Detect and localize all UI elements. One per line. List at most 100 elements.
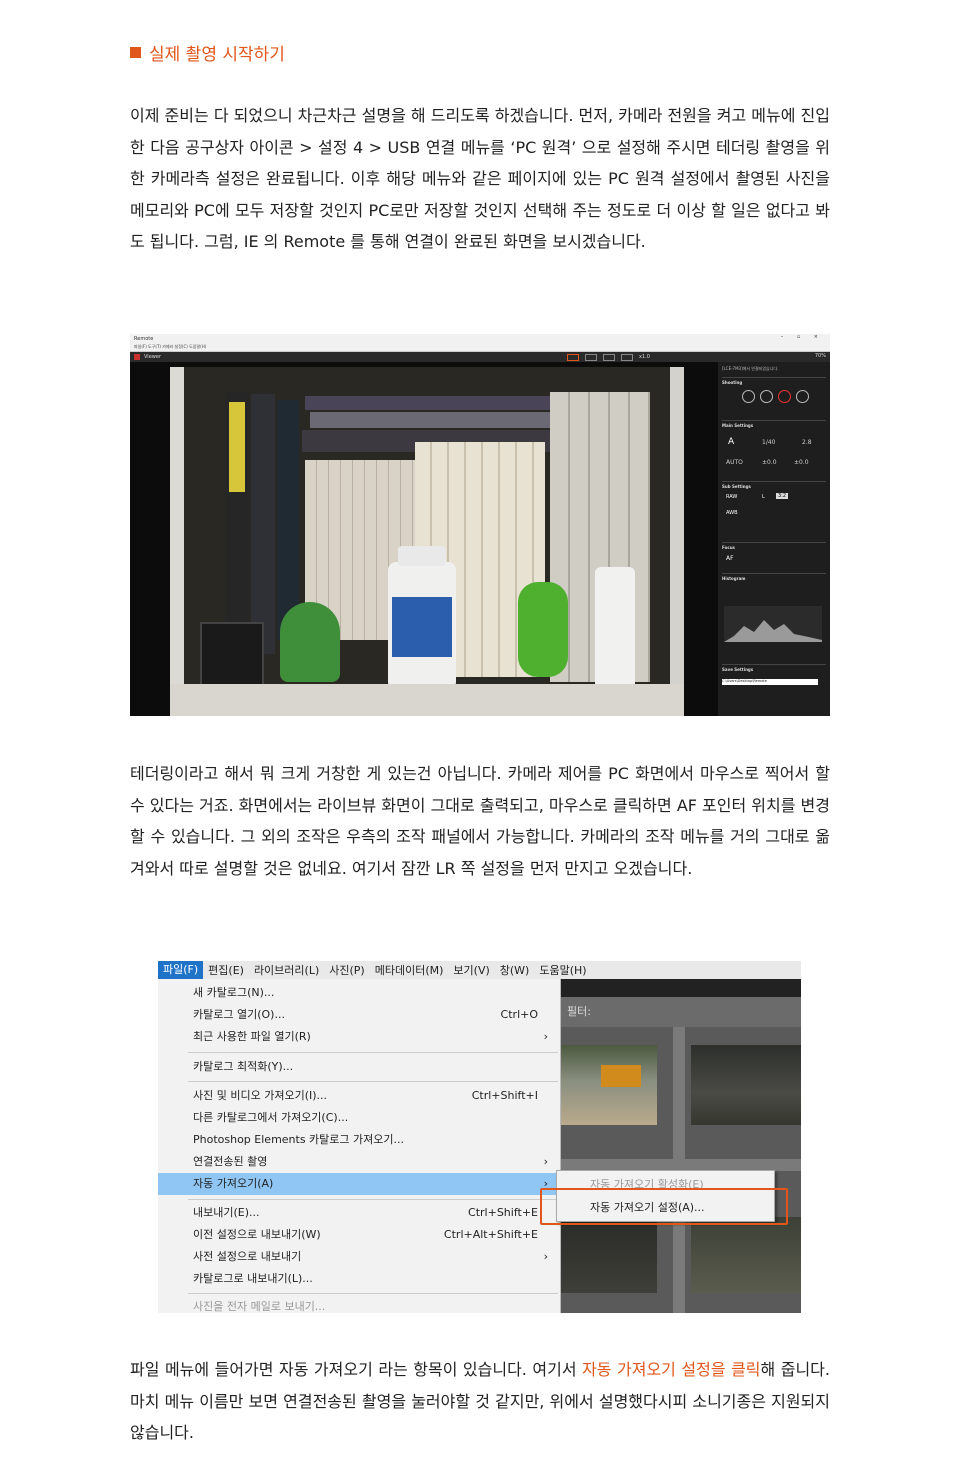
- grid-icon: [585, 354, 597, 361]
- sub-settings-section: Sub Settings RAW L 3:2 AWB: [722, 481, 826, 542]
- library-filter[interactable]: 필터:: [561, 997, 801, 1027]
- menu-separator: [188, 1199, 558, 1200]
- shelf-floor: [170, 684, 684, 716]
- menu-edit[interactable]: 편집(E): [203, 962, 249, 978]
- flash-value[interactable]: ±0.0: [794, 459, 809, 466]
- menu-item-label: 연결전송된 촬영: [193, 1155, 268, 1168]
- highlight-box: [540, 1188, 788, 1225]
- save-settings-label: Save Settings: [722, 667, 754, 672]
- battery-status: 70%: [814, 353, 826, 359]
- menu-item-export-preset[interactable]: 사전 설정으로 내보내기 ›: [158, 1246, 558, 1268]
- fnumber-value[interactable]: 2.8: [802, 439, 812, 446]
- menu-item-email-photo[interactable]: 사진을 전자 메일로 보내기...: [158, 1296, 558, 1313]
- menu-item-label: 카탈로그로 내보내기(L)...: [193, 1272, 313, 1285]
- menu-item-auto-import[interactable]: 자동 가져오기(A) ›: [158, 1173, 558, 1195]
- paragraph-tethering: 테더링이라고 해서 뭐 크게 거창한 게 있는건 아닙니다. 카메라 제어를 P…: [130, 764, 830, 878]
- paragraph-intro: 이제 준비는 다 되었으니 차근차근 설명을 해 드리도록 하겠습니다. 먼저,…: [130, 106, 830, 251]
- menu-item-label: 카탈로그 열기(O)...: [193, 1008, 285, 1021]
- book-yellow: [229, 402, 245, 492]
- shutter-speed-value[interactable]: 1/40: [762, 439, 775, 446]
- book-dark-3: [277, 400, 299, 640]
- main-settings-section: Main Settings A 1/40 2.8 AUTO ±0.0 ±0.0: [722, 420, 826, 481]
- melatonin-label: [392, 597, 452, 657]
- camera-object: [200, 622, 264, 686]
- melatonin-cap: [398, 546, 446, 566]
- menu-item-label: 사진을 전자 메일로 보내기...: [193, 1300, 326, 1313]
- menu-item-import-elements[interactable]: Photoshop Elements 카탈로그 가져오기...: [158, 1129, 558, 1151]
- book-top-1: [305, 396, 565, 410]
- menu-photo[interactable]: 사진(P): [324, 962, 369, 978]
- save-path-field[interactable]: C:\Users\Desktop\Remote: [722, 679, 818, 685]
- menu-window[interactable]: 창(W): [495, 962, 535, 978]
- ev-value[interactable]: ±0.0: [762, 459, 777, 466]
- submenu-arrow-icon: ›: [543, 1250, 548, 1263]
- interval-button-icon[interactable]: [796, 390, 809, 403]
- remote-titlebar: Remote – ▫ ×: [130, 334, 830, 343]
- menu-item-export[interactable]: 내보내기(E)... Ctrl+Shift+E: [158, 1202, 558, 1224]
- menu-item-export-catalog[interactable]: 카탈로그로 내보내기(L)...: [158, 1268, 558, 1290]
- night-photo-thumbnail[interactable]: [561, 1217, 657, 1293]
- menu-item-label: 내보내기(E)...: [193, 1206, 260, 1219]
- spray-bottle: [595, 567, 635, 689]
- menu-item-shortcut: Ctrl+Shift+E: [468, 1206, 538, 1219]
- menu-item-recent-files[interactable]: 최근 사용한 파일 열기(R) ›: [158, 1026, 558, 1048]
- section-heading-text: 실제 촬영 시작하기: [149, 45, 285, 65]
- mode-value[interactable]: A: [728, 437, 734, 447]
- aspect-value[interactable]: 3:2: [776, 493, 789, 499]
- image-size-value[interactable]: L: [762, 494, 765, 500]
- menu-item-label: 최근 사용한 파일 열기(R): [193, 1030, 311, 1043]
- focus-label: Focus: [722, 545, 735, 550]
- highlighted-instruction: 자동 가져오기 설정을 클릭: [582, 1360, 761, 1379]
- menu-separator: [188, 1081, 558, 1082]
- raw-value[interactable]: RAW: [726, 494, 737, 500]
- menu-item-tethered-capture[interactable]: 연결전송된 촬영 ›: [158, 1151, 558, 1173]
- af-ae-button-icon[interactable]: [742, 390, 755, 403]
- yoshi-figure: [518, 582, 568, 677]
- record-button-icon[interactable]: [778, 390, 791, 403]
- focus-section: Focus AF: [722, 542, 826, 573]
- menu-separator: [188, 1293, 558, 1294]
- menu-item-export-previous[interactable]: 이전 설정으로 내보내기(W) Ctrl+Alt+Shift+E: [158, 1224, 558, 1246]
- awb-value[interactable]: AWB: [726, 510, 738, 516]
- remote-menubar: 파일(F) 도구(T) 카메라 설정(C) 도움말(H): [130, 343, 830, 352]
- menu-help[interactable]: 도움말(H): [534, 962, 591, 978]
- menu-item-import-catalog[interactable]: 다른 카탈로그에서 가져오기(C)...: [158, 1107, 558, 1129]
- save-settings-section: Save Settings C:\Users\Desktop\Remote: [722, 664, 826, 716]
- overlay-icon: [621, 354, 633, 361]
- af-value[interactable]: AF: [726, 555, 734, 562]
- file-menu-dropdown: 새 카탈로그(N)... 카탈로그 열기(O)... Ctrl+O 최근 사용한…: [158, 979, 561, 1313]
- menu-item-label: Photoshop Elements 카탈로그 가져오기...: [193, 1133, 405, 1146]
- tree-photo-thumbnail[interactable]: [691, 1217, 801, 1293]
- shutter-button-icon[interactable]: [760, 390, 773, 403]
- menu-item-new-catalog[interactable]: 새 카탈로그(N)...: [158, 982, 558, 1004]
- remote-toolbar: Viewer x1.0 70%: [130, 352, 830, 362]
- menu-view[interactable]: 보기(V): [448, 962, 494, 978]
- paragraph-text-before: 파일 메뉴에 들어가면 자동 가져오기 라는 항목이 있습니다. 여기서: [130, 1360, 583, 1379]
- guide-icon: [603, 354, 615, 361]
- menu-item-import-photos[interactable]: 사진 및 비디오 가져오기(I)... Ctrl+Shift+I: [158, 1085, 558, 1107]
- menu-item-label: 다른 카탈로그에서 가져오기(C)...: [193, 1111, 349, 1124]
- luigi-figure: [280, 602, 340, 682]
- section-heading: 실제 촬영 시작하기: [130, 40, 285, 65]
- menu-file[interactable]: 파일(F): [158, 961, 204, 979]
- iso-value[interactable]: AUTO: [726, 459, 743, 466]
- menu-library[interactable]: 라이브러리(L): [249, 962, 324, 978]
- window-controls-icon: – ▫ ×: [780, 334, 824, 340]
- submenu-arrow-icon: ›: [543, 1030, 548, 1043]
- menu-item-open-catalog[interactable]: 카탈로그 열기(O)... Ctrl+O: [158, 1004, 558, 1026]
- remote-title: Remote: [134, 335, 154, 342]
- menu-item-label: 이전 설정으로 내보내기(W): [193, 1228, 321, 1241]
- lr-toolbar-strip: [561, 979, 801, 997]
- shooting-label: Shooting: [722, 380, 743, 385]
- histogram-chart: [724, 606, 822, 642]
- menu-item-label: 새 카탈로그(N)...: [193, 986, 275, 999]
- book-top-2: [310, 412, 550, 428]
- menu-separator: [188, 1052, 558, 1053]
- bus-in-photo: [601, 1065, 641, 1087]
- liveview-toggle-icon: [567, 354, 579, 361]
- lr-menubar: 파일(F) 편집(E) 라이브러리(L) 사진(P) 메타데이터(M) 보기(V…: [158, 961, 801, 979]
- menu-metadata[interactable]: 메타데이터(M): [370, 962, 449, 978]
- menu-item-optimize-catalog[interactable]: 카탈로그 최적화(Y)...: [158, 1056, 558, 1078]
- dark-photo-thumbnail[interactable]: [691, 1045, 801, 1125]
- control-panel: [LCE-7M3]에서 연결되었습니다. Shooting Main Setti…: [718, 362, 830, 716]
